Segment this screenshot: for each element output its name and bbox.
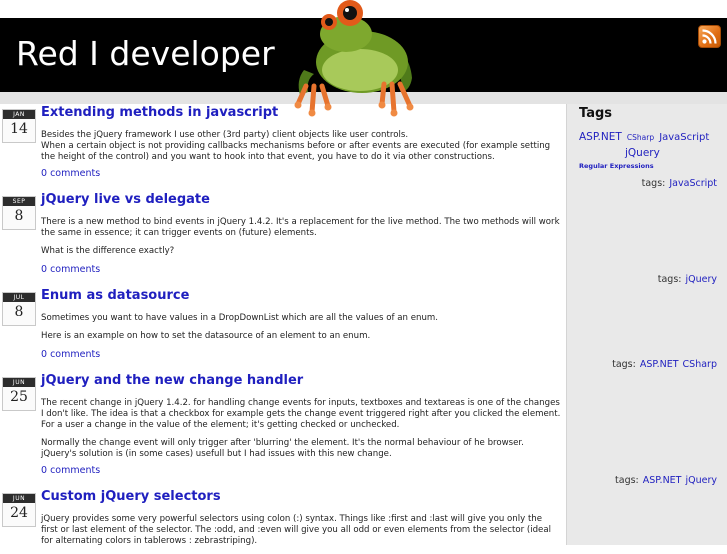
- frog-fingertip: [390, 109, 398, 117]
- tag-cloud-item[interactable]: Regular Expressions: [579, 160, 719, 173]
- date-day: 25: [10, 389, 28, 405]
- post-paragraph: Here is an example on how to set the dat…: [41, 331, 371, 341]
- post-paragraph: There is a new method to bind events in …: [41, 217, 560, 238]
- site-title[interactable]: Red I developer: [16, 34, 275, 73]
- date-day: 8: [14, 304, 24, 320]
- post-paragraph: Sometimes you want to have values in a D…: [41, 313, 438, 323]
- date-badge: JUN 24: [2, 493, 36, 527]
- date-day: 14: [10, 121, 28, 137]
- date-month: JUN: [3, 378, 35, 387]
- post-body: jQuery provides some very powerful selec…: [41, 514, 561, 554]
- post-paragraph: Normally the change event will only trig…: [41, 438, 524, 459]
- post-tags: tags: ASP.NET CSharp: [612, 359, 717, 370]
- tag-link[interactable]: jQuery: [685, 274, 717, 285]
- date-badge: SEP 8: [2, 196, 36, 230]
- date-month: SEP: [3, 197, 35, 206]
- tag-cloud: ASP.NET CSharp JavaScript jQuery Regular…: [579, 128, 719, 173]
- date-month: JAN: [3, 110, 35, 119]
- rss-icon[interactable]: [698, 25, 721, 48]
- post-body: Besides the jQuery framework I use other…: [41, 130, 561, 170]
- post-title-link[interactable]: Enum as datasource: [41, 288, 189, 303]
- tag-link[interactable]: jQuery: [685, 475, 717, 486]
- post-paragraph: What is the difference exactly?: [41, 246, 175, 256]
- comments-link[interactable]: 0 comments: [41, 168, 100, 179]
- post-paragraph: jQuery provides some very powerful selec…: [41, 514, 552, 546]
- rss-glyph: [702, 29, 717, 44]
- post-body: There is a new method to bind events in …: [41, 217, 561, 264]
- comments-link[interactable]: 0 comments: [41, 349, 100, 360]
- date-month: JUL: [3, 293, 35, 302]
- tag-cloud-item[interactable]: ASP.NET: [579, 131, 622, 143]
- tag-link[interactable]: ASP.NET: [643, 475, 682, 486]
- post-tags: tags: JavaScript: [642, 178, 717, 189]
- post-tags: tags: jQuery: [658, 274, 717, 285]
- date-badge: JAN 14: [2, 109, 36, 143]
- post-tags: tags: ASP.NET jQuery: [615, 475, 717, 486]
- frog-fingertip: [406, 103, 414, 111]
- tags-label: tags:: [612, 359, 636, 370]
- post-title-link[interactable]: jQuery and the new change handler: [41, 373, 303, 388]
- tag-link[interactable]: JavaScript: [669, 178, 717, 189]
- date-day: 8: [14, 208, 24, 224]
- frog-fingertip: [308, 109, 316, 117]
- frog-fingertip: [324, 103, 332, 111]
- tags-label: tags:: [615, 475, 639, 486]
- post-paragraph: Besides the jQuery framework I use other…: [41, 130, 551, 162]
- sidebar-divider: [566, 104, 567, 545]
- post-title-link[interactable]: Custom jQuery selectors: [41, 489, 221, 504]
- tag-link[interactable]: CSharp: [683, 359, 717, 370]
- post-body: The recent change in jQuery 1.4.2. for h…: [41, 398, 561, 467]
- comments-link[interactable]: 0 comments: [41, 465, 100, 476]
- frog-eye-glint: [345, 8, 349, 12]
- date-day: 24: [10, 505, 28, 521]
- post-body: Sometimes you want to have values in a D…: [41, 313, 561, 349]
- tag-link[interactable]: ASP.NET: [640, 359, 679, 370]
- frog-fingertip: [294, 101, 302, 109]
- tags-label: tags:: [657, 274, 682, 285]
- sidebar-tags-heading: Tags: [579, 106, 613, 121]
- comments-link[interactable]: 0 comments: [41, 264, 100, 275]
- frog-mascot: [294, 0, 414, 117]
- tag-cloud-item[interactable]: jQuery: [625, 147, 660, 160]
- frog-pupil: [325, 18, 333, 26]
- frog-belly: [322, 49, 398, 91]
- date-badge: JUN 25: [2, 377, 36, 411]
- post-title-link[interactable]: Extending methods in javascript: [41, 105, 278, 120]
- post-paragraph: The recent change in jQuery 1.4.2. for h…: [41, 398, 561, 430]
- frog-fingertip: [378, 101, 386, 109]
- frog-fingers: [295, 83, 331, 115]
- tag-cloud-item[interactable]: CSharp: [627, 133, 654, 142]
- tags-label: tags:: [641, 178, 666, 189]
- date-month: JUN: [3, 494, 35, 503]
- post-title-link[interactable]: jQuery live vs delegate: [41, 192, 210, 207]
- date-badge: JUL 8: [2, 292, 36, 326]
- tag-cloud-item[interactable]: JavaScript: [659, 132, 709, 143]
- frog-pupil: [343, 6, 357, 20]
